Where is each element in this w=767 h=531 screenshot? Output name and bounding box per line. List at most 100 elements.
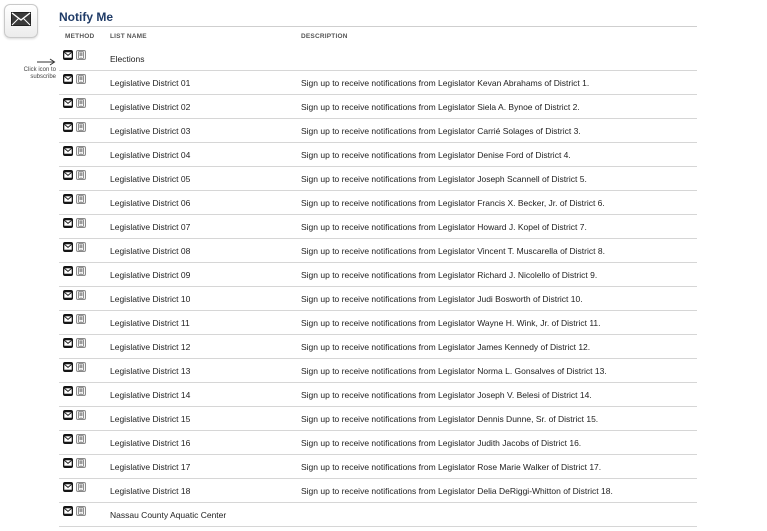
list-name: Legislative District 10 [110,294,191,304]
list-row: Legislative District 06 Sign up to recei… [59,191,697,215]
list-name: Legislative District 08 [110,246,191,256]
list-name: Legislative District 13 [110,366,191,376]
method-icons [63,122,86,132]
email-icon[interactable] [63,98,73,108]
list-description: Sign up to receive notifications from Le… [301,174,587,184]
email-icon[interactable] [63,410,73,420]
email-icon[interactable] [63,218,73,228]
phone-icon[interactable] [76,242,86,252]
column-header-description: DESCRIPTION [301,33,348,40]
email-icon[interactable] [63,194,73,204]
list-name: Legislative District 03 [110,126,191,136]
list-name: Legislative District 07 [110,222,191,232]
phone-icon[interactable] [76,50,86,60]
list-description: Sign up to receive notifications from Le… [301,318,601,328]
list-row: Nassau County Aquatic Center [59,503,697,527]
email-icon[interactable] [63,482,73,492]
list-row: Legislative District 16 Sign up to recei… [59,431,697,455]
method-icons [63,170,86,180]
phone-icon[interactable] [76,218,86,228]
list-row: Legislative District 01 Sign up to recei… [59,71,697,95]
list-row: Legislative District 04 Sign up to recei… [59,143,697,167]
list-name: Legislative District 11 [110,318,190,328]
list-name: Legislative District 14 [110,390,191,400]
list-description: Sign up to receive notifications from Le… [301,78,590,88]
list-description: Sign up to receive notifications from Le… [301,150,571,160]
list-name: Legislative District 05 [110,174,191,184]
method-icons [63,338,86,348]
method-icons [63,362,86,372]
list-row: Legislative District 17 Sign up to recei… [59,455,697,479]
list-row: Legislative District 05 Sign up to recei… [59,167,697,191]
phone-icon[interactable] [76,146,86,156]
list-description: Sign up to receive notifications from Le… [301,270,598,280]
phone-icon[interactable] [76,98,86,108]
method-icons [63,194,86,204]
email-icon[interactable] [63,386,73,396]
page-title: Notify Me [59,10,113,24]
email-icon[interactable] [63,338,73,348]
email-icon[interactable] [63,458,73,468]
phone-icon[interactable] [76,170,86,180]
method-icons [63,242,86,252]
phone-icon[interactable] [76,266,86,276]
email-icon[interactable] [63,242,73,252]
list-row: Legislative District 12 Sign up to recei… [59,335,697,359]
method-icons [63,434,86,444]
envelope-icon [11,11,31,31]
list-name: Elections [110,54,145,64]
phone-icon[interactable] [76,194,86,204]
method-icons [63,74,86,84]
list-name: Nassau County Aquatic Center [110,510,227,520]
email-icon[interactable] [63,122,73,132]
method-icons [63,290,86,300]
list-description: Sign up to receive notifications from Le… [301,222,587,232]
phone-icon[interactable] [76,290,86,300]
method-icons [63,218,86,228]
email-icon[interactable] [63,362,73,372]
phone-icon[interactable] [76,506,86,516]
phone-icon[interactable] [76,434,86,444]
list-row: Legislative District 07 Sign up to recei… [59,215,697,239]
phone-icon[interactable] [76,458,86,468]
list-row: Legislative District 02 Sign up to recei… [59,95,697,119]
list-description: Sign up to receive notifications from Le… [301,126,581,136]
list-description: Sign up to receive notifications from Le… [301,438,582,448]
list-name: Legislative District 09 [110,270,191,280]
email-icon[interactable] [63,506,73,516]
list-name: Legislative District 12 [110,342,191,352]
list-name: Legislative District 02 [110,102,191,112]
list-description: Sign up to receive notifications from Le… [301,486,613,496]
phone-icon[interactable] [76,410,86,420]
method-icons [63,266,86,276]
email-icon[interactable] [63,146,73,156]
list-description: Sign up to receive notifications from Le… [301,390,592,400]
email-icon[interactable] [63,74,73,84]
email-icon[interactable] [63,266,73,276]
phone-icon[interactable] [76,74,86,84]
email-icon[interactable] [63,50,73,60]
phone-icon[interactable] [76,386,86,396]
email-icon[interactable] [63,314,73,324]
phone-icon[interactable] [76,482,86,492]
list-description: Sign up to receive notifications from Le… [301,414,599,424]
method-icons [63,314,86,324]
list-description: Sign up to receive notifications from Le… [301,366,607,376]
list-description: Sign up to receive notifications from Le… [301,462,602,472]
list-name: Legislative District 06 [110,198,191,208]
phone-icon[interactable] [76,314,86,324]
list-name: Legislative District 17 [110,462,191,472]
phone-icon[interactable] [76,122,86,132]
list-name: Legislative District 15 [110,414,191,424]
email-icon[interactable] [63,434,73,444]
phone-icon[interactable] [76,362,86,372]
email-icon[interactable] [63,290,73,300]
method-icons [63,410,86,420]
method-icons [63,482,86,492]
phone-icon[interactable] [76,338,86,348]
notify-me-badge [4,4,38,38]
list-name: Legislative District 16 [110,438,191,448]
list-row: Legislative District 08 Sign up to recei… [59,239,697,263]
list-row: Legislative District 13 Sign up to recei… [59,359,697,383]
email-icon[interactable] [63,170,73,180]
